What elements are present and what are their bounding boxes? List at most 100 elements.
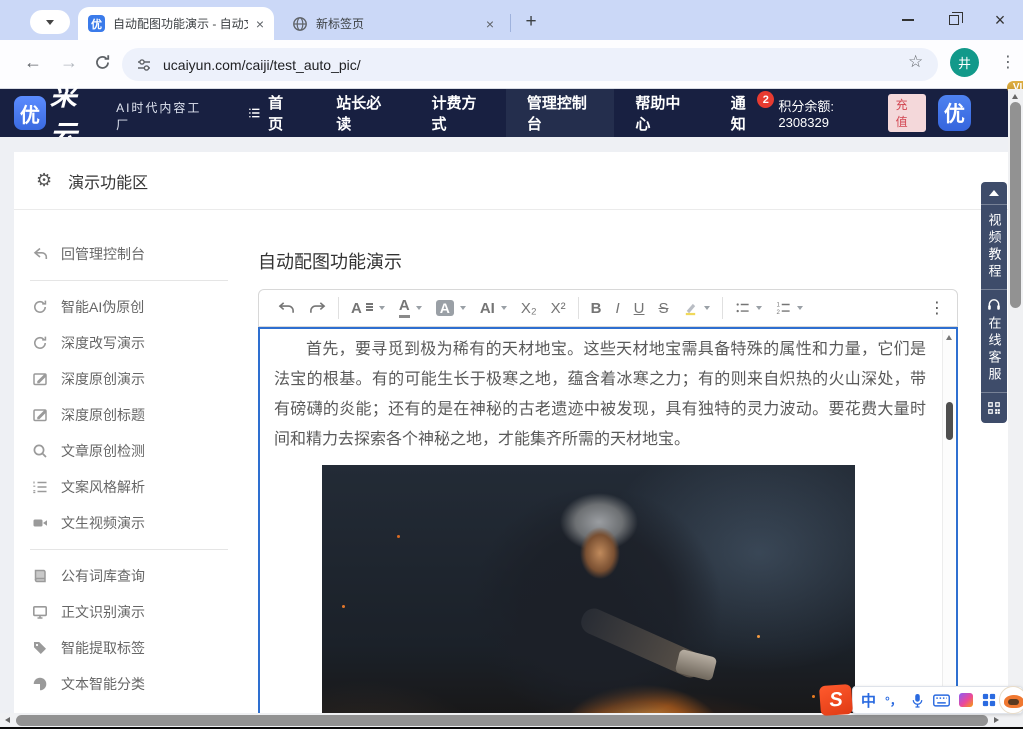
reload-button[interactable] [94, 54, 111, 71]
site-info-icon[interactable] [136, 57, 152, 73]
address-bar[interactable]: ucaiyun.com/caiji/test_auto_pic/ [122, 48, 938, 81]
strikethrough-button[interactable]: S [652, 293, 676, 323]
page-vertical-scrollbar[interactable] [1008, 89, 1023, 713]
line-height-button[interactable]: AI [473, 293, 514, 323]
undo-button[interactable] [271, 293, 302, 323]
editor-content[interactable]: 首先，要寻觅到极为稀有的天材地宝。这些天材地宝需具备特殊的属性和力量，它们是法宝… [258, 327, 958, 717]
subscript-button[interactable]: X₂ [514, 293, 544, 323]
sidebar-item-deep-title[interactable]: 深度原创标题 [30, 397, 244, 433]
qr-code-button[interactable] [981, 392, 1007, 423]
sidebar-item-style-analysis[interactable]: 文案风格解析 [30, 469, 244, 505]
sidebar: 回管理控制台 智能AI伪原创 深度改写演示 深度原创演示 [14, 210, 244, 717]
sidebar-item-deep-rewrite[interactable]: 深度改写演示 [30, 325, 244, 361]
undo-icon [278, 301, 295, 315]
back-button[interactable]: ← [24, 52, 42, 73]
tab-search-button[interactable] [30, 10, 70, 34]
nav-item-label: 通知 [731, 92, 758, 134]
scroll-right-icon[interactable] [994, 717, 999, 723]
keyboard-icon[interactable] [933, 694, 950, 707]
superscript-button[interactable]: X² [544, 293, 573, 323]
ime-apps-grid-icon[interactable] [982, 693, 996, 707]
profile-avatar[interactable]: 井 [950, 48, 979, 77]
user-avatar[interactable]: 优 [938, 95, 971, 131]
highlight-button[interactable] [676, 293, 717, 323]
numbered-list-button[interactable]: 12 [769, 293, 810, 323]
floating-side-panel: 视频教程 在线客服 [981, 182, 1007, 423]
scroll-left-icon[interactable] [5, 717, 10, 723]
scroll-up-icon[interactable] [1012, 94, 1018, 99]
nav-item-notifications[interactable]: 通知 2 [710, 89, 779, 137]
vertical-scroll-thumb[interactable] [1010, 102, 1021, 308]
tab-close-icon[interactable]: × [256, 17, 264, 31]
redo-button[interactable] [302, 293, 333, 323]
microphone-icon[interactable] [911, 693, 924, 708]
ime-language-toggle[interactable]: 中 [861, 690, 876, 711]
sidebar-item-body-recognition[interactable]: 正文识别演示 [30, 594, 244, 630]
gear-icon: ⚙ [36, 170, 52, 191]
sidebar-item-label: 正文识别演示 [61, 602, 145, 622]
video-tutorial-button[interactable]: 视频教程 [981, 204, 1007, 289]
sidebar-item-lexicon-query[interactable]: 公有词库查询 [30, 558, 244, 594]
minimize-button[interactable] [885, 0, 931, 40]
underline-button[interactable]: U [627, 293, 652, 323]
ime-skin-icon[interactable] [959, 693, 973, 707]
sidebar-item-ai-rewrite[interactable]: 智能AI伪原创 [30, 289, 244, 325]
nav-item-must-read[interactable]: 站长必读 [315, 89, 410, 137]
chevron-down-icon [501, 306, 507, 310]
page-horizontal-scrollbar[interactable] [0, 713, 1008, 728]
nav-item-label: 首页 [268, 92, 294, 134]
italic-button[interactable]: I [608, 293, 626, 323]
browser-tab-active[interactable]: 优 自动配图功能演示 - 自动文章采 × [78, 7, 274, 40]
bold-button[interactable]: B [584, 293, 609, 323]
online-service-button[interactable]: 在线客服 [981, 289, 1007, 392]
sidebar-item-text-to-video[interactable]: 文生视频演示 [30, 505, 244, 541]
collapse-panel-button[interactable] [981, 182, 1007, 204]
restore-button[interactable] [931, 0, 977, 40]
url-text[interactable]: ucaiyun.com/caiji/test_auto_pic/ [163, 57, 361, 73]
section-title: 演示功能区 [68, 169, 148, 193]
chevron-down-icon [756, 306, 762, 310]
article-image[interactable] [322, 465, 855, 717]
scroll-up-icon[interactable] [946, 335, 952, 340]
toolbar-more-button[interactable]: ⋮ [929, 298, 945, 318]
browser-menu-icon[interactable]: ⋮ [1000, 52, 1016, 72]
sidebar-item-extract-tags[interactable]: 智能提取标签 [30, 630, 244, 666]
close-button[interactable]: × [977, 0, 1023, 40]
browser-toolbar: ← → ucaiyun.com/caiji/test_auto_pic/ ☆ 井… [0, 40, 1023, 89]
bullet-list-button[interactable] [728, 293, 769, 323]
nav-item-home[interactable]: 首页 [227, 89, 315, 137]
font-color-button[interactable]: A [392, 293, 429, 323]
nav-item-pricing[interactable]: 计费方式 [411, 89, 506, 137]
bookmark-star-icon[interactable]: ☆ [908, 52, 923, 72]
card-header: ⚙ 演示功能区 [14, 152, 1008, 210]
editor-scroll-thumb[interactable] [946, 402, 953, 440]
nav-item-console[interactable]: 管理控制台 [506, 89, 615, 137]
nav-item-help[interactable]: 帮助中心 [614, 89, 709, 137]
chevron-down-icon [46, 20, 54, 25]
font-size-button[interactable]: A [344, 293, 392, 323]
svg-text:2: 2 [776, 309, 780, 315]
browser-titlebar: 优 自动配图功能演示 - 自动文章采 × 新标签页 × + × [0, 0, 1023, 40]
sidebar-item-text-classify[interactable]: 文本智能分类 [30, 666, 244, 702]
sidebar-item-deep-original[interactable]: 深度原创演示 [30, 361, 244, 397]
tab-title: 自动配图功能演示 - 自动文章采 [113, 15, 248, 32]
forward-button[interactable]: → [60, 52, 78, 73]
site-logo[interactable]: 优 [14, 96, 46, 130]
ime-mascot-icon[interactable] [999, 686, 1023, 714]
horizontal-scroll-thumb[interactable] [16, 715, 988, 726]
sidebar-item-label: 回管理控制台 [61, 244, 145, 264]
editor-scrollbar[interactable] [942, 330, 955, 714]
sidebar-item-label: 深度原创标题 [61, 405, 145, 425]
new-tab-button[interactable]: + [518, 9, 544, 35]
sidebar-item-back-console[interactable]: 回管理控制台 [30, 236, 244, 272]
sogou-logo[interactable]: S [819, 684, 853, 716]
nav-item-label: 帮助中心 [635, 92, 688, 134]
recharge-button[interactable]: 充值 [888, 94, 926, 132]
chevron-down-icon [416, 306, 422, 310]
article-paragraph[interactable]: 首先，要寻觅到极为稀有的天材地宝。这些天材地宝需具备特殊的属性和力量，它们是法宝… [274, 335, 926, 455]
sidebar-item-originality-check[interactable]: 文章原创检测 [30, 433, 244, 469]
browser-tab-inactive[interactable]: 新标签页 × [282, 7, 504, 40]
tab-close-icon[interactable]: × [486, 17, 494, 31]
bg-color-button[interactable]: A [429, 293, 473, 323]
ime-punctuation-toggle[interactable]: °， [885, 692, 902, 709]
